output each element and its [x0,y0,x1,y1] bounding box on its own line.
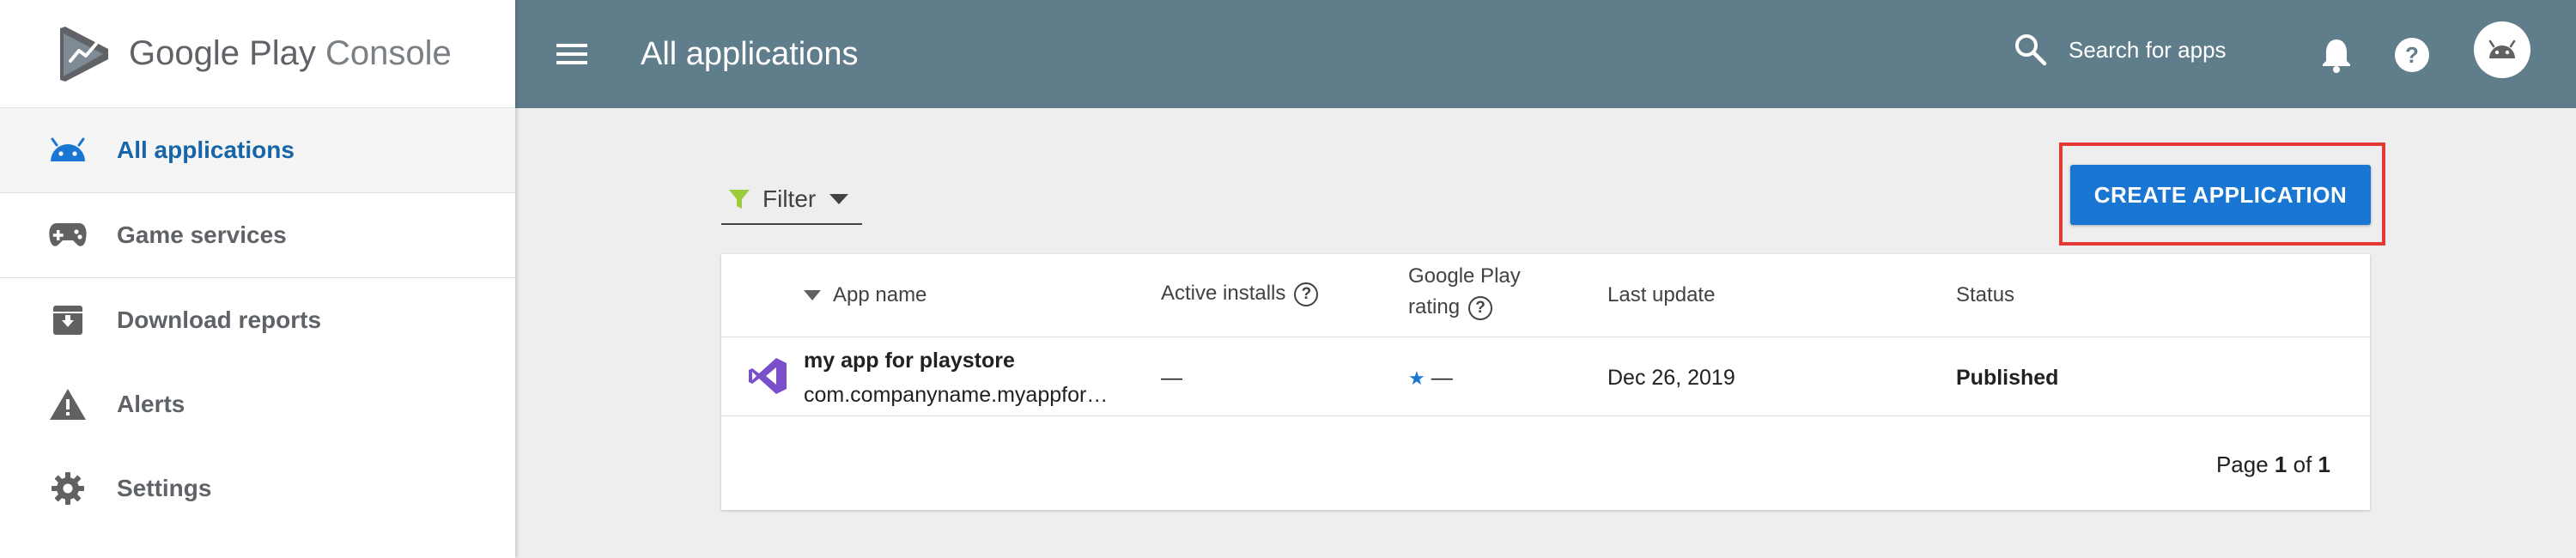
warning-icon [48,385,88,424]
row-divider [721,415,2370,416]
sidebar-item-game-services[interactable]: Game services [0,193,515,277]
rating-text: — [1431,366,1453,390]
help-icon: ? [2395,38,2429,72]
column-label-line2: rating [1408,295,1461,318]
page-current: 1 [2274,452,2287,477]
sidebar-item-label: Alerts [117,391,185,417]
play-console-logo [60,26,108,82]
bell-icon [2323,39,2350,73]
pagination: Page 1 of 1 [2216,452,2330,478]
column-header-last-update: Last update [1607,280,1715,311]
column-label-line1: Google Play [1408,264,1521,288]
help-circle-icon[interactable]: ? [1294,282,1319,306]
active-installs-value: — [1161,366,1182,390]
help-circle-icon[interactable]: ? [1468,295,1493,320]
sidebar-item-all-applications[interactable]: All applications [0,108,515,192]
sidebar-item-settings[interactable]: Settings [0,446,515,531]
menu-button[interactable] [546,28,598,80]
search-icon[interactable] [2014,33,2048,67]
svg-text:?: ? [2405,42,2419,68]
brand-name-sub: Console [325,34,452,72]
app-package: com.companyname.myappfor… [804,383,1109,407]
column-label: Active installs [1161,282,1286,305]
last-update-value: Dec 26, 2019 [1607,366,1735,390]
brand-name-main: Google Play [129,34,316,72]
brand-header[interactable]: Google Play Console [0,0,515,108]
visual-studio-app-icon [749,358,787,394]
sidebar-item-alerts[interactable]: Alerts [0,362,515,446]
notifications-button[interactable] [2316,34,2357,76]
top-app-bar: All applications ? [515,0,2576,108]
column-header-rating: Google Play rating? [1408,261,1521,323]
brand-name: Google Play Console [129,34,452,73]
hamburger-menu-icon [556,44,587,64]
column-header-active-installs: Active installs? [1161,278,1319,309]
help-button[interactable]: ? [2391,34,2433,76]
column-label: App name [833,283,927,306]
filter-icon [729,190,750,209]
sort-descending-icon [804,290,821,300]
archive-icon [48,300,88,340]
create-application-button[interactable]: CREATE APPLICATION [2070,165,2371,225]
page-prefix: Page [2215,452,2269,477]
column-header-status: Status [1956,280,2014,311]
column-label: Status [1956,283,2015,306]
column-label: Last update [1607,283,1716,306]
page-title: All applications [641,35,859,72]
column-header-app-name[interactable]: App name [804,280,927,311]
app-name: my app for playstore [804,349,1015,373]
page-total: 1 [2318,452,2330,477]
sidebar-item-label: Download reports [117,306,322,333]
rating-value: ★ — [1408,366,1453,391]
status-badge: Published [1956,366,2059,390]
sidebar-item-label: Settings [117,475,212,501]
android-icon [48,130,88,170]
android-avatar-icon [2488,39,2516,58]
star-icon: ★ [1408,367,1425,389]
search-input[interactable] [2069,36,2292,64]
filter-label: Filter [762,185,817,212]
app-search [2014,33,2292,67]
filter-dropdown[interactable]: Filter [721,175,862,225]
sidebar: Google Play Console All applications Gam… [0,0,515,558]
gear-icon [48,469,88,508]
caret-down-icon [829,194,849,204]
sidebar-item-label: Game services [117,221,287,248]
sidebar-item-label: All applications [117,136,295,163]
page-of: of [2293,452,2312,477]
sidebar-item-download-reports[interactable]: Download reports [0,278,515,362]
account-avatar[interactable] [2474,21,2530,78]
gamepad-icon [48,215,88,255]
applications-table: App name Active installs? Google Play ra… [721,254,2370,510]
